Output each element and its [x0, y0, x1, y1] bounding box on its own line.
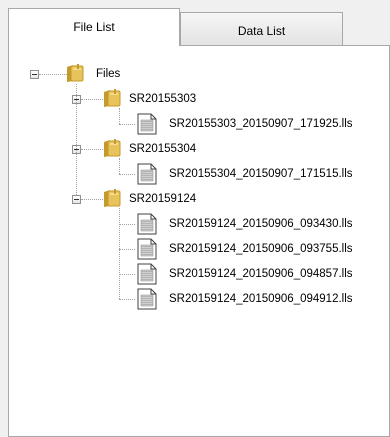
file-list-panel: Files SR20155303 SR20155303_20150907_17192… [8, 45, 390, 437]
tree-folder-label[interactable]: SR20155303 [129, 92, 196, 106]
file-icon [137, 288, 157, 313]
file-icon-graphic [137, 238, 157, 260]
tree-file-label[interactable]: SR20159124_20150906_093430.lls [169, 217, 353, 231]
file-icon [137, 213, 157, 238]
tree-file-label[interactable]: SR20159124_20150906_094857.lls [169, 267, 353, 281]
tree-root-label[interactable]: Files [96, 67, 120, 81]
tab-file-list[interactable]: File List [8, 8, 180, 46]
file-icon [137, 163, 157, 188]
tree-connector [119, 274, 135, 275]
tree-connector [119, 249, 135, 250]
tree-file-label[interactable]: SR20155304_20150907_171515.lls [169, 167, 353, 181]
file-icon-graphic [137, 263, 157, 285]
file-icon-graphic [137, 163, 157, 185]
tree-connector [39, 74, 69, 75]
tree-connector [81, 199, 103, 200]
tree-connector [76, 84, 77, 195]
tab-bar: File List Data List [0, 0, 390, 46]
tree-connector [119, 174, 135, 175]
tree-connector [119, 158, 120, 174]
collapse-toggle[interactable] [72, 195, 81, 204]
folder-icon-graphic [104, 189, 121, 207]
file-icon [137, 113, 157, 138]
file-tree: Files SR20155303 SR20155303_20150907_17192… [9, 46, 389, 436]
tree-file-label[interactable]: SR20155303_20150907_171925.lls [169, 117, 353, 131]
tree-connector [119, 208, 120, 299]
file-icon-graphic [137, 113, 157, 135]
folder-icon-graphic [104, 139, 121, 157]
tree-connector [119, 108, 120, 124]
file-icon-graphic [137, 288, 157, 310]
tree-file-label[interactable]: SR20159124_20150906_094912.lls [169, 292, 353, 306]
collapse-toggle[interactable] [30, 70, 39, 79]
tree-folder-label[interactable]: SR20159124 [129, 192, 196, 206]
tree-connector [119, 299, 135, 300]
file-icon [137, 238, 157, 263]
tab-data-list[interactable]: Data List [180, 12, 343, 45]
folder-icon-graphic [67, 64, 84, 82]
folder-icon [66, 63, 84, 86]
tree-connector [81, 149, 103, 150]
tree-file-label[interactable]: SR20159124_20150906_093755.lls [169, 242, 353, 256]
tree-connector [119, 124, 135, 125]
folder-icon-graphic [104, 89, 121, 107]
tree-connector [81, 99, 103, 100]
file-icon-graphic [137, 213, 157, 235]
tree-connector [119, 224, 135, 225]
file-icon [137, 263, 157, 288]
tree-folder-label[interactable]: SR20155304 [129, 142, 196, 156]
